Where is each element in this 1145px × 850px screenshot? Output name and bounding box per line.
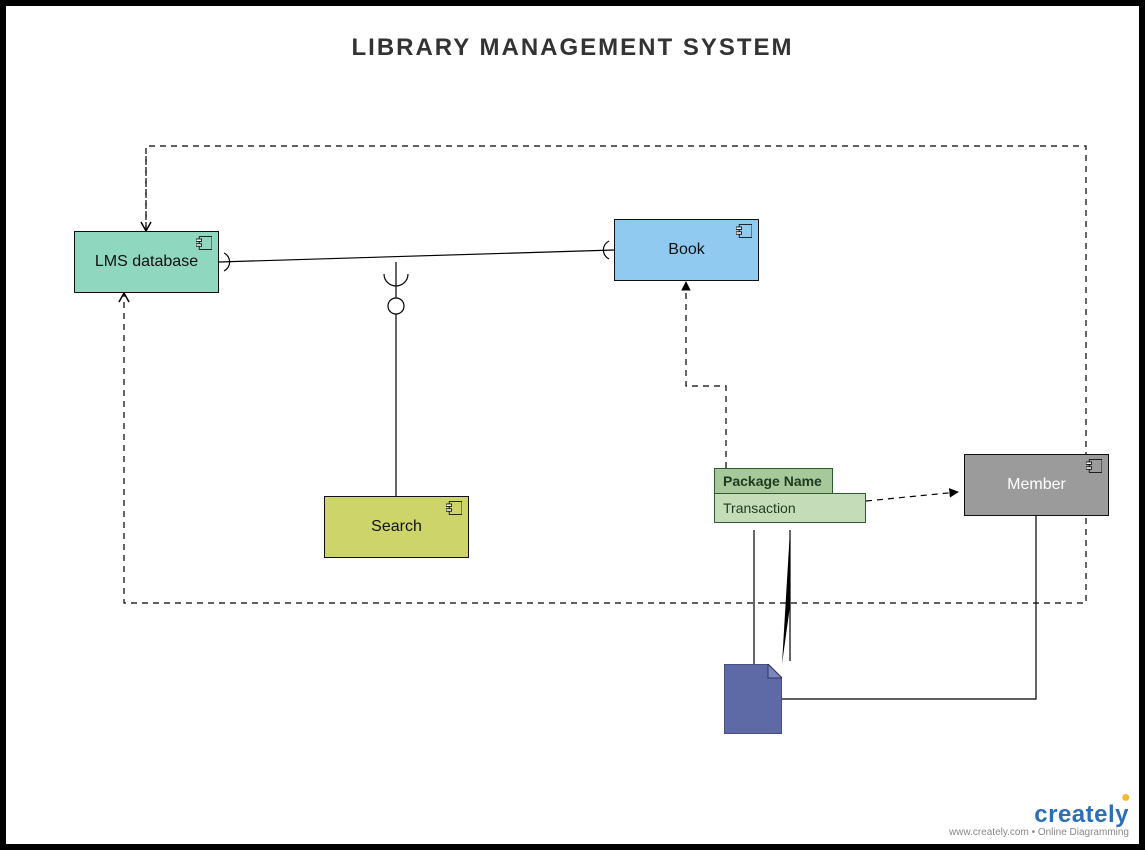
member-component: Member xyxy=(964,454,1109,516)
book-component: Book xyxy=(614,219,759,281)
watermark: creately ● www.creately.com • Online Dia… xyxy=(949,801,1129,838)
watermark-brand: creately ● xyxy=(949,801,1129,829)
diagram-connectors xyxy=(6,6,1139,844)
component-icon xyxy=(446,501,462,515)
dashed-outer-path xyxy=(124,146,1086,603)
document-icon xyxy=(724,664,782,734)
diagram-frame: LIBRARY MANAGEMENT SYSTEM xyxy=(0,0,1145,850)
ball-mid xyxy=(388,298,404,314)
transaction-to-member xyxy=(866,492,958,501)
transaction-package: Package Name Transaction xyxy=(714,468,866,523)
doc-to-member xyxy=(782,516,1036,699)
hidden xyxy=(782,661,790,666)
book-label: Book xyxy=(668,241,704,259)
component-icon xyxy=(196,236,212,250)
document-node xyxy=(724,664,782,734)
package-body: Transaction xyxy=(714,493,866,523)
lms-database-label: LMS database xyxy=(95,253,198,271)
lms-database-component: LMS database xyxy=(74,231,219,293)
bulb-icon: ● xyxy=(1121,789,1131,807)
component-icon xyxy=(736,224,752,238)
package-head: Package Name xyxy=(714,468,833,494)
member-label: Member xyxy=(1007,476,1066,494)
search-label: Search xyxy=(371,518,422,536)
watermark-brand-text: creately xyxy=(1034,801,1129,828)
component-icon xyxy=(1086,459,1102,473)
transaction-to-book xyxy=(686,282,726,468)
search-component: Search xyxy=(324,496,469,558)
lms-book-line xyxy=(219,250,614,262)
